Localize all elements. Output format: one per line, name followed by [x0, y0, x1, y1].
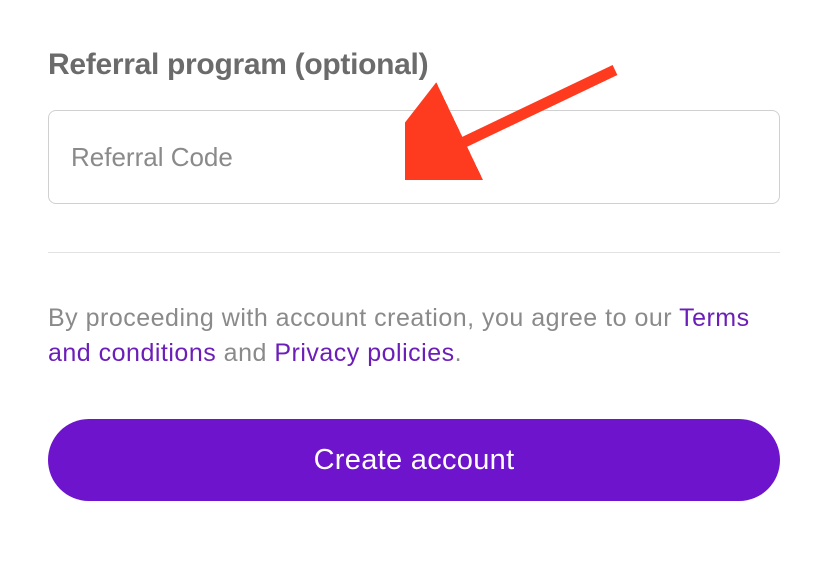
agreement-prefix: By proceeding with account creation, you…: [48, 304, 679, 332]
agreement-suffix: .: [455, 339, 462, 367]
referral-section-title: Referral program (optional): [48, 48, 780, 82]
agreement-middle: and: [216, 339, 274, 367]
agreement-text: By proceeding with account creation, you…: [48, 301, 780, 371]
create-account-button[interactable]: Create account: [48, 419, 780, 501]
referral-code-input[interactable]: [48, 110, 780, 204]
section-divider: [48, 252, 780, 253]
referral-code-input-wrapper: [48, 110, 780, 204]
privacy-policies-link[interactable]: Privacy policies: [274, 339, 454, 367]
